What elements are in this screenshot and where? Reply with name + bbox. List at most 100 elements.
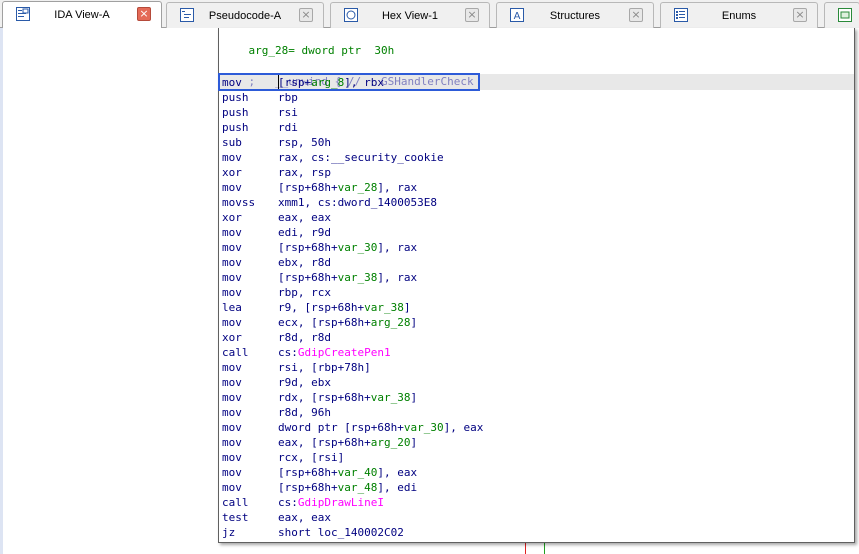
operands: eax, eax <box>278 210 331 225</box>
operands: rcx, [rsi] <box>278 450 344 465</box>
mnemonic: mov <box>222 481 242 494</box>
close-icon[interactable]: × <box>629 8 643 22</box>
stack-variable: var_28 <box>337 181 378 194</box>
stack-variable: arg_20 <box>370 436 411 449</box>
operands: eax, [rsp+68h+arg_20] <box>278 435 417 450</box>
operand-text: cs: <box>278 496 298 509</box>
operands: cs:GdipDrawLineI <box>278 495 384 510</box>
operands: rdi <box>278 120 298 135</box>
operand-text: ], eax <box>443 421 484 434</box>
operand-text: edi, r9d <box>278 226 331 239</box>
operands: rbp <box>278 90 298 105</box>
operands: short loc_140002C02 <box>278 525 404 540</box>
mnemonic: mov <box>222 151 242 164</box>
operand-text: ] <box>403 301 411 314</box>
mnemonic: call <box>222 496 249 509</box>
tab-pseudocode-a[interactable]: Pseudocode-A × <box>166 2 324 28</box>
operand-text: r9, [rsp+68h+ <box>278 301 365 314</box>
stack-variable: arg_28 <box>370 316 411 329</box>
mnemonic: mov <box>222 436 242 449</box>
mnemonic: push <box>222 91 249 104</box>
operand-text: rsi, [rbp+78h] <box>278 361 371 374</box>
operand-text: r9d, ebx <box>278 376 331 389</box>
mnemonic: mov <box>222 181 242 194</box>
operand-text: rsi <box>278 106 298 119</box>
stack-variable: var_38 <box>337 271 378 284</box>
mnemonic: mov <box>222 451 242 464</box>
close-icon[interactable]: × <box>299 8 313 22</box>
mnemonic: xor <box>222 166 242 179</box>
operands: ebx, r8d <box>278 255 331 270</box>
operand-text: eax, eax <box>278 211 331 224</box>
mnemonic: mov <box>222 391 242 404</box>
operands: [rsp+68h+var_30], rax <box>278 240 417 255</box>
close-icon[interactable]: × <box>793 8 807 22</box>
false-branch-edge <box>525 543 526 554</box>
code-node[interactable]: arg_28= dword ptr 30h ; __unwind { // GS… <box>218 28 855 543</box>
operand-text: [rsp+68h+ <box>278 241 338 254</box>
true-branch-edge <box>544 543 545 554</box>
mnemonic: movss <box>222 196 256 209</box>
operands: [rsp+68h+var_28], rax <box>278 180 417 195</box>
operand-text: r8d, r8d <box>278 331 331 344</box>
mnemonic: jz <box>222 526 236 539</box>
operand-text: rdx, [rsp+68h+ <box>278 391 371 404</box>
operands: cs:GdipCreatePen1 <box>278 345 391 360</box>
operand-text: ], edi <box>377 481 418 494</box>
operands: edi, r9d <box>278 225 331 240</box>
operand-text: rax, rsp <box>278 166 331 179</box>
operand-text: xmm1, cs:dword_1400053E8 <box>278 196 437 209</box>
mnemonic: mov <box>222 226 242 239</box>
mnemonic: mov <box>222 466 242 479</box>
operand-text: short loc_140002C02 <box>278 526 404 539</box>
mnemonic: push <box>222 106 249 119</box>
mnemonic: mov <box>222 406 242 419</box>
operands: r9d, ebx <box>278 375 331 390</box>
mnemonic: mov <box>222 286 242 299</box>
operand-text: ], rax <box>377 241 418 254</box>
operand-text: dword ptr [rsp+68h+ <box>278 421 404 434</box>
operand-text: rbp <box>278 91 298 104</box>
close-icon[interactable]: × <box>137 7 151 21</box>
operand-text: ebx, r8d <box>278 256 331 269</box>
mnemonic: mov <box>222 256 242 269</box>
tab-imports[interactable] <box>824 2 859 28</box>
operand-text: ] <box>410 436 418 449</box>
operand-text: r8d, 96h <box>278 406 331 419</box>
mnemonic: xor <box>222 331 242 344</box>
arg-declaration: arg_28= dword ptr 30h <box>248 44 395 57</box>
mnemonic: mov <box>222 271 242 284</box>
mnemonic: mov <box>222 376 242 389</box>
tab-structures[interactable]: A Structures × <box>496 2 654 28</box>
operand-text: [rsp+68h+ <box>278 271 338 284</box>
mnemonic: mov <box>222 361 242 374</box>
tab-enums[interactable]: Enums × <box>660 2 818 28</box>
selection-box <box>218 73 480 91</box>
imports-icon <box>837 7 853 23</box>
close-icon[interactable]: × <box>465 8 479 22</box>
operand-text: [rsp+68h+ <box>278 481 338 494</box>
operands: rax, rsp <box>278 165 331 180</box>
operands: r8d, r8d <box>278 330 331 345</box>
operand-text: rax, cs:__security_cookie <box>278 151 444 164</box>
stack-variable: var_30 <box>403 421 444 434</box>
mnemonic: mov <box>222 421 242 434</box>
operands: [rsp+68h+var_38], rax <box>278 270 417 285</box>
mnemonic: lea <box>222 301 242 314</box>
operands: [rsp+68h+var_48], edi <box>278 480 417 495</box>
import-name: GdipCreatePen1 <box>297 346 391 359</box>
operand-text: eax, eax <box>278 511 331 524</box>
mnemonic: push <box>222 121 249 134</box>
operands: [rsp+68h+var_40], eax <box>278 465 417 480</box>
stack-variable: var_38 <box>370 391 411 404</box>
operands: ecx, [rsp+68h+arg_28] <box>278 315 417 330</box>
mnemonic: mov <box>222 241 242 254</box>
tab-hex-view-1[interactable]: Hex View-1 × <box>330 2 490 28</box>
tab-ida-view-a[interactable]: IDA View-A × <box>2 1 162 28</box>
operand-text: cs: <box>278 346 298 359</box>
unwind-comment: ; __unwind { // GSHandlerCheck <box>222 59 474 88</box>
operands: r8d, 96h <box>278 405 331 420</box>
mnemonic: call <box>222 346 249 359</box>
operand-text: ecx, [rsp+68h+ <box>278 316 371 329</box>
graph-left-border <box>0 28 3 554</box>
